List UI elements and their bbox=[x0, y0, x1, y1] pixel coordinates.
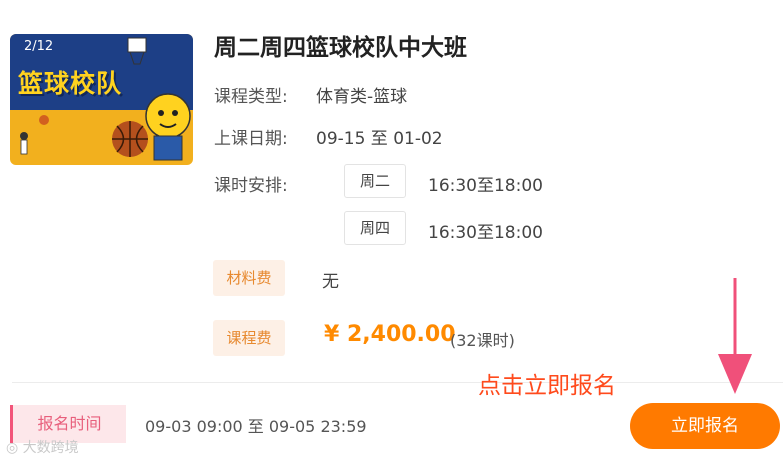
thumbnail-title: 篮球校队 bbox=[18, 69, 123, 98]
course-date-label: 上课日期: bbox=[214, 129, 288, 149]
watermark-logo-icon: ◎ bbox=[6, 440, 23, 456]
course-fee-note: (32课时) bbox=[450, 331, 515, 350]
course-date-value: 09-15 至 01-02 bbox=[316, 129, 443, 149]
schedule-day-box: 周四 bbox=[344, 211, 406, 245]
schedule-day-box: 周二 bbox=[344, 164, 406, 198]
schedule-time: 16:30至18:00 bbox=[428, 176, 543, 196]
material-fee-value: 无 bbox=[322, 272, 339, 292]
material-fee-tag: 材料费 bbox=[213, 260, 285, 296]
course-type-value: 体育类-篮球 bbox=[316, 87, 408, 107]
watermark-text: 大数跨境 bbox=[22, 440, 79, 456]
course-fee-tag: 课程费 bbox=[213, 320, 285, 356]
annotation-arrow-icon bbox=[718, 278, 752, 394]
course-fee-value: ¥ 2,400.00 bbox=[324, 322, 456, 347]
course-thumbnail[interactable]: 2/12 篮球校队 bbox=[10, 34, 193, 165]
schedule-time: 16:30至18:00 bbox=[428, 223, 543, 243]
schedule-label: 课时安排: bbox=[214, 176, 288, 196]
course-type-label: 课程类型: bbox=[214, 87, 288, 107]
course-title: 周二周四篮球校队中大班 bbox=[214, 35, 467, 61]
divider bbox=[12, 382, 783, 383]
watermark: ◎ 大数跨境 bbox=[6, 437, 79, 457]
annotation-hint: 点击立即报名 bbox=[478, 373, 616, 399]
thumbnail-page-indicator: 2/12 bbox=[24, 39, 54, 54]
enroll-time-value: 09-03 09:00 至 09-05 23:59 bbox=[145, 417, 367, 436]
enroll-now-button[interactable]: 立即报名 bbox=[630, 403, 780, 449]
